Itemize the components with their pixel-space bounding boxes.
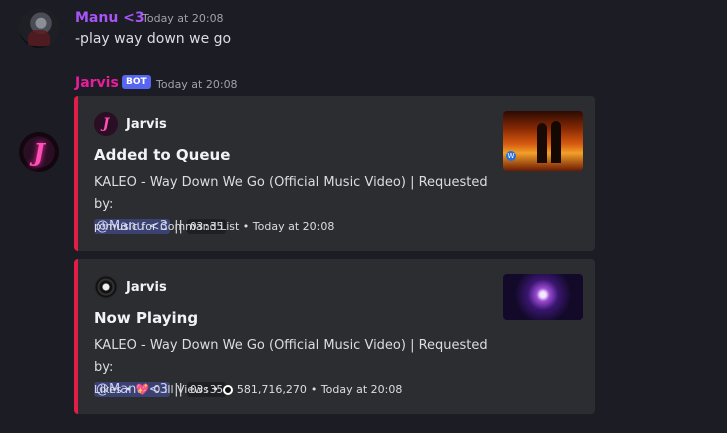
likes-label: Likes • xyxy=(94,383,132,396)
embed-title: Now Playing xyxy=(94,309,199,327)
heart-icon: 💖 xyxy=(135,383,150,396)
embed-author: Jarvis xyxy=(94,275,167,299)
footer-timestamp: • Today at 20:08 xyxy=(310,383,403,396)
user-avatar-manu[interactable] xyxy=(19,8,59,48)
message-manu: Manu <3 Today at 20:08 -play way down we… xyxy=(0,0,727,60)
embed-added-to-queue: J Jarvis Added to Queue KALEO - Way Down… xyxy=(74,96,595,251)
message-timestamp: Today at 20:08 xyxy=(156,78,238,91)
username-jarvis[interactable]: Jarvis xyxy=(75,75,119,91)
track-title-line: KALEO - Way Down We Go (Official Music V… xyxy=(94,175,488,212)
username-manu[interactable]: Manu <3 xyxy=(75,10,145,26)
message-content: -play way down we go xyxy=(75,31,232,47)
bot-badge: BOT xyxy=(122,75,151,89)
embed-footer: p!music for Command List • Today at 20:0… xyxy=(94,220,335,233)
message-jarvis: J Jarvis BOT Today at 20:08 J Jarvis Add… xyxy=(0,60,727,433)
embed-author-name: Jarvis xyxy=(126,279,167,295)
vinyl-record-icon xyxy=(94,275,118,299)
track-title-line: KALEO - Way Down We Go (Official Music V… xyxy=(94,338,488,375)
embed-author-name: Jarvis xyxy=(126,116,167,132)
message-timestamp: Today at 20:08 xyxy=(142,12,224,25)
embed-now-playing: Jarvis Now Playing KALEO - Way Down We G… xyxy=(74,259,595,414)
embed-title: Added to Queue xyxy=(94,146,231,164)
embed-author: J Jarvis xyxy=(94,112,167,136)
views-count: 581,716,270 xyxy=(236,383,307,396)
jarvis-author-icon: J xyxy=(94,112,118,136)
video-thumbnail[interactable] xyxy=(503,274,583,320)
embed-footer: Likes • 💖 0 ıll Views • 581,716,270 • To… xyxy=(94,383,402,396)
video-thumbnail[interactable]: W xyxy=(503,111,583,171)
views-label: ıll Views • xyxy=(164,383,219,396)
eye-icon xyxy=(222,384,233,395)
likes-count: 0 xyxy=(153,383,161,396)
bot-avatar-jarvis[interactable]: J xyxy=(19,132,59,172)
